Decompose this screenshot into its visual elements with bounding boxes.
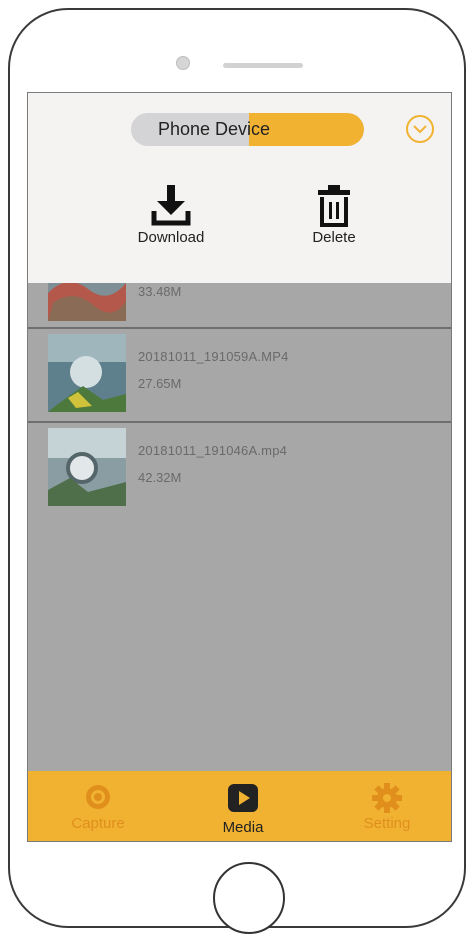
app-screen: 33.48M 20181011_191059A.MP4 27.65M 20181… bbox=[27, 92, 452, 842]
file-size: 27.65M bbox=[138, 376, 182, 391]
file-size: 33.48M bbox=[138, 284, 182, 299]
tab-label: Setting bbox=[363, 815, 411, 832]
bottom-tab-bar: Capture Media Setting bbox=[28, 771, 451, 841]
phone-device-toggle[interactable]: Phone Device bbox=[131, 113, 364, 146]
tab-label: Media bbox=[222, 819, 264, 836]
tab-capture[interactable]: Capture bbox=[43, 771, 153, 841]
home-button[interactable] bbox=[213, 862, 285, 934]
collapse-button[interactable] bbox=[406, 115, 434, 143]
download-label: Download bbox=[137, 229, 205, 246]
file-name: 20181011_191046A.mp4 bbox=[138, 443, 288, 458]
gear-icon bbox=[372, 783, 402, 813]
earpiece-speaker bbox=[223, 63, 303, 68]
tab-setting[interactable]: Setting bbox=[332, 771, 442, 841]
tab-label: Capture bbox=[71, 815, 125, 832]
file-size: 42.32M bbox=[138, 470, 182, 485]
list-item[interactable]: 20181011_191046A.mp4 42.32M bbox=[28, 423, 451, 515]
front-camera bbox=[176, 56, 190, 70]
trash-icon bbox=[318, 185, 350, 227]
action-panel: Phone Device Download Delete bbox=[28, 93, 451, 283]
delete-label: Delete bbox=[312, 229, 356, 246]
video-thumbnail bbox=[48, 428, 126, 506]
download-button[interactable]: Download bbox=[121, 185, 221, 246]
delete-button[interactable]: Delete bbox=[284, 185, 384, 246]
download-icon bbox=[151, 185, 191, 226]
file-name: 20181011_191059A.MP4 bbox=[138, 349, 289, 364]
video-thumbnail bbox=[48, 334, 126, 412]
chevron-down-icon bbox=[413, 125, 427, 134]
list-item[interactable]: 20181011_191059A.MP4 27.65M bbox=[28, 329, 451, 423]
capture-icon bbox=[86, 785, 110, 809]
tab-media[interactable]: Media bbox=[188, 771, 298, 841]
media-play-icon bbox=[228, 784, 258, 812]
toggle-label: Phone Device bbox=[158, 119, 271, 139]
